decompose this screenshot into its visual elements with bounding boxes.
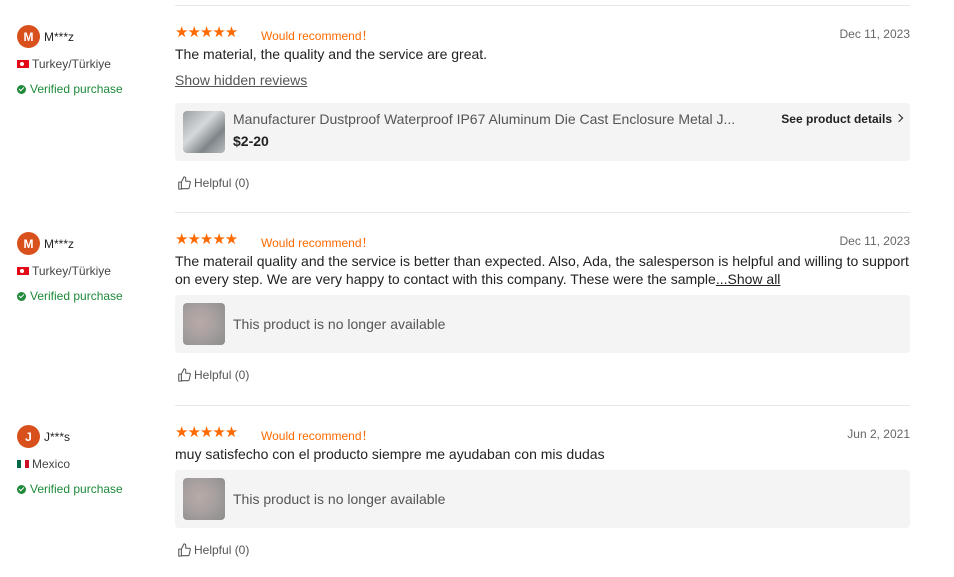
country-label: Turkey/Türkiye (32, 57, 111, 71)
reviewer-country: Turkey/Türkiye (17, 57, 111, 71)
helpful-label: Helpful (0) (194, 543, 250, 557)
reviewer-name: M***z (44, 30, 75, 44)
check-circle-icon (17, 291, 26, 301)
reviewer-country: Turkey/Türkiye (17, 264, 111, 278)
product-price: $2-20 (233, 133, 269, 149)
star-rating-icon: ★★★★★ (175, 24, 238, 41)
review-divider (175, 212, 910, 213)
product-title[interactable]: Manufacturer Dustproof Waterproof IP67 A… (233, 111, 755, 127)
star-rating-icon: ★★★★★ (175, 231, 238, 248)
product-card[interactable]: Manufacturer Dustproof Waterproof IP67 A… (175, 103, 910, 161)
review-divider (175, 405, 910, 406)
product-card[interactable]: This product is no longer available (175, 295, 910, 353)
see-product-details-link[interactable]: See product details (781, 112, 892, 126)
product-thumbnail[interactable] (183, 111, 225, 153)
reviewer-country: Mexico (17, 457, 70, 471)
product-thumbnail (183, 478, 225, 520)
product-thumbnail (183, 303, 225, 345)
helpful-button[interactable]: Helpful (0) (177, 176, 249, 190)
check-circle-icon (17, 484, 26, 494)
helpful-label: Helpful (0) (194, 368, 250, 382)
verified-label: Verified purchase (30, 82, 123, 96)
review-date: Dec 11, 2023 (839, 234, 911, 248)
verified-label: Verified purchase (30, 289, 123, 303)
recommend-label: Would recommend！ (261, 236, 374, 250)
verified-purchase: Verified purchase (17, 82, 123, 96)
reviewer-name: M***z (44, 237, 75, 251)
turkey-flag-icon (17, 60, 29, 68)
review-date: Dec 11, 2023 (839, 27, 911, 41)
verified-label: Verified purchase (30, 482, 123, 496)
verified-purchase: Verified purchase (17, 482, 123, 496)
star-rating-icon: ★★★★★ (175, 424, 238, 441)
show-all-link[interactable]: ...Show all (716, 271, 781, 287)
helpful-button[interactable]: Helpful (0) (177, 543, 249, 557)
reviewer-name: J***s (44, 430, 71, 444)
show-hidden-reviews-link[interactable]: Show hidden reviews (175, 72, 307, 88)
helpful-button[interactable]: Helpful (0) (177, 368, 249, 382)
review-text: muy satisfecho con el producto siempre m… (175, 446, 605, 462)
thumbs-up-icon (178, 176, 191, 190)
avatar: J (17, 425, 40, 448)
recommend-label: Would recommend！ (261, 29, 374, 43)
review-text-body: The materail quality and the service is … (175, 253, 909, 287)
turkey-flag-icon (17, 267, 29, 275)
recommend-label: Would recommend！ (261, 429, 374, 443)
chevron-right-icon[interactable] (894, 113, 904, 123)
review-divider (175, 5, 910, 6)
avatar: M (17, 25, 40, 48)
review-text: The materail quality and the service is … (175, 252, 910, 288)
check-circle-icon (17, 84, 26, 94)
review-text: The material, the quality and the servic… (175, 46, 488, 62)
mexico-flag-icon (17, 460, 29, 468)
thumbs-up-icon (178, 368, 191, 382)
helpful-label: Helpful (0) (194, 176, 250, 190)
verified-purchase: Verified purchase (17, 289, 123, 303)
rating-row: ★★★★★ Would recommend！ Jun 2, 2021 (175, 424, 910, 444)
rating-row: ★★★★★ Would recommend！ Dec 11, 2023 (175, 231, 911, 251)
thumbs-up-icon (178, 543, 191, 557)
country-label: Turkey/Türkiye (32, 264, 111, 278)
avatar: M (17, 232, 40, 255)
review-date: Jun 2, 2021 (847, 427, 910, 441)
product-card[interactable]: This product is no longer available (175, 470, 910, 528)
country-label: Mexico (32, 457, 71, 471)
product-unavailable-text: This product is no longer available (233, 491, 446, 507)
rating-row: ★★★★★ Would recommend！ Dec 11, 2023 (175, 24, 911, 44)
product-unavailable-text: This product is no longer available (233, 316, 446, 332)
